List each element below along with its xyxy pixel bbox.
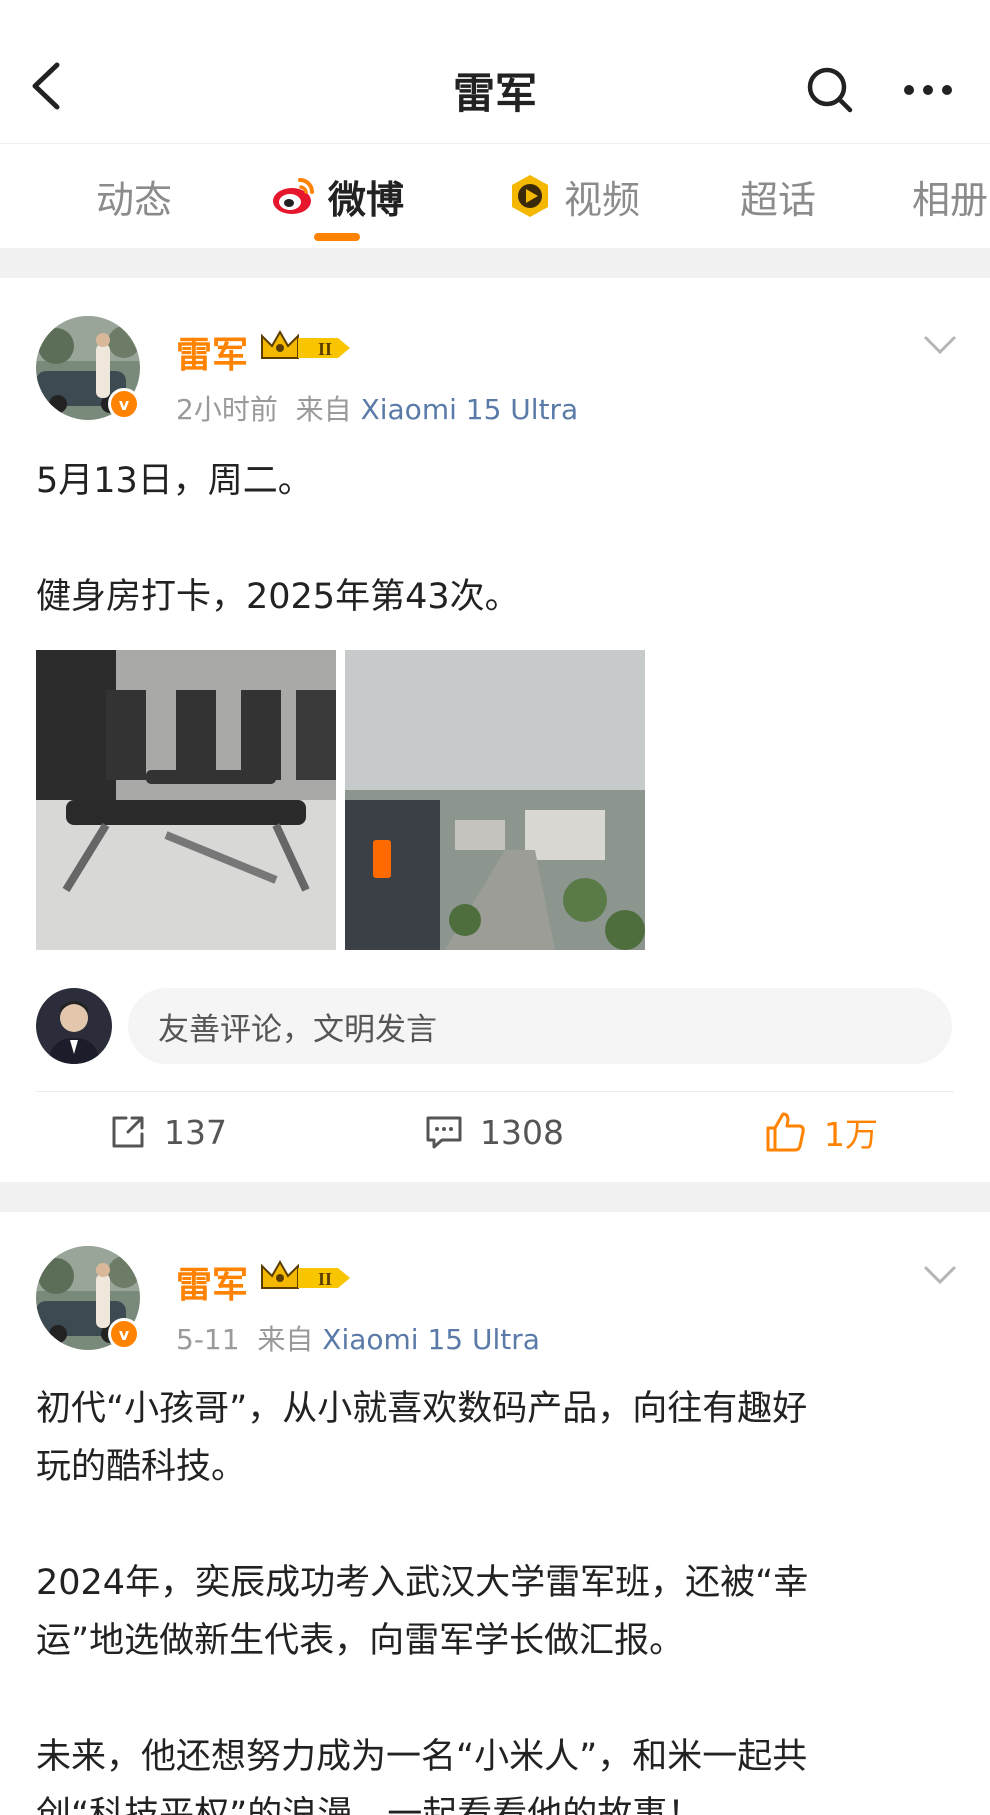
tab-weibo[interactable]: 微博 bbox=[270, 171, 405, 222]
post-image-city[interactable] bbox=[345, 650, 645, 950]
post-text-line: 健身房打卡，2025年第43次。 bbox=[36, 577, 520, 617]
post-image-gym[interactable] bbox=[36, 650, 336, 950]
repost-count: 137 bbox=[164, 1112, 227, 1152]
post-time: 2小时前 bbox=[176, 393, 278, 426]
search-icon bbox=[807, 67, 853, 113]
active-tab-indicator bbox=[314, 233, 360, 241]
weibo-post: v 雷军 II 2小时前 来自 Xiaomi 15 Ultra 5月13日，周二… bbox=[0, 278, 990, 1182]
section-divider bbox=[0, 1182, 990, 1212]
author-name[interactable]: 雷军 bbox=[176, 326, 248, 378]
like-button[interactable]: 1万 bbox=[764, 1106, 878, 1158]
post-meta: 2小时前 来自 Xiaomi 15 Ultra bbox=[176, 388, 578, 428]
post-time: 5-11 bbox=[176, 1323, 240, 1356]
gym-equipment-photo bbox=[36, 650, 336, 950]
post-text-line: 未来，他还想努力成为一名“小米人”，和米一起共 bbox=[36, 1737, 808, 1777]
post-meta: 5-11 来自 Xiaomi 15 Ultra bbox=[176, 1318, 540, 1358]
tab-label: 相册 bbox=[912, 177, 989, 222]
comment-icon bbox=[426, 1116, 462, 1149]
post-text-line: 创“科技平权”的浪漫，一起看看他的故事！ bbox=[36, 1795, 703, 1815]
verified-badge: v bbox=[108, 388, 140, 420]
post-text-line: 运”地选做新生代表，向雷军学长做汇报。 bbox=[36, 1621, 685, 1661]
author-name[interactable]: 雷军 bbox=[176, 1256, 248, 1308]
level-badge-text: II bbox=[318, 1269, 332, 1289]
repost-button[interactable]: 137 bbox=[108, 1106, 227, 1158]
more-icon bbox=[904, 85, 952, 95]
thumbs-up-icon bbox=[766, 1112, 805, 1152]
top-nav-bar: 雷军 bbox=[0, 0, 990, 144]
user-avatar-image bbox=[36, 988, 112, 1064]
post-source[interactable]: Xiaomi 15 Ultra bbox=[361, 393, 579, 426]
tab-label: 微博 bbox=[328, 177, 405, 222]
source-prefix: 来自 bbox=[295, 393, 352, 426]
action-divider bbox=[36, 1091, 954, 1092]
tab-label: 动态 bbox=[96, 177, 173, 222]
tab-label: 视频 bbox=[564, 177, 641, 222]
tab-dongtai[interactable]: 动态 bbox=[96, 171, 173, 222]
post-text-line: 玩的酷科技。 bbox=[36, 1447, 247, 1487]
weibo-post: v 雷军 II 5-11 来自 Xiaomi 15 Ultra 初代“小孩哥”，… bbox=[0, 1212, 990, 1815]
post-text-line: 5月13日，周二。 bbox=[36, 461, 313, 501]
more-button[interactable] bbox=[900, 70, 956, 110]
post-text-line: 初代“小孩哥”，从小就喜欢数码产品，向往有趣好 bbox=[36, 1389, 808, 1429]
level-badge-text: II bbox=[318, 339, 332, 359]
xiaomi-building-city-photo bbox=[345, 650, 645, 950]
tab-label: 超话 bbox=[740, 177, 817, 222]
tab-album[interactable]: 相册 bbox=[912, 171, 989, 222]
my-avatar[interactable] bbox=[36, 988, 112, 1064]
comment-input[interactable]: 友善评论，文明发言 bbox=[128, 988, 952, 1064]
chevron-down-icon[interactable] bbox=[920, 1260, 960, 1290]
repost-icon bbox=[112, 1116, 144, 1148]
section-divider bbox=[0, 248, 990, 278]
comment-count: 1308 bbox=[480, 1112, 564, 1152]
video-play-icon bbox=[512, 175, 548, 217]
verified-badge: v bbox=[108, 1318, 140, 1350]
post-source[interactable]: Xiaomi 15 Ultra bbox=[322, 1323, 540, 1356]
weibo-icon bbox=[273, 178, 314, 214]
like-count: 1万 bbox=[824, 1115, 878, 1154]
profile-tab-bar: 动态 微博 视频 超话 相册 bbox=[0, 145, 990, 248]
post-text-line: 2024年，奕辰成功考入武汉大学雷军班，还被“幸 bbox=[36, 1563, 809, 1603]
search-button[interactable] bbox=[802, 62, 858, 118]
comment-button[interactable]: 1308 bbox=[424, 1106, 564, 1158]
member-crown-icon: II bbox=[261, 1259, 350, 1289]
chevron-down-icon[interactable] bbox=[920, 330, 960, 360]
tab-video[interactable]: 视频 bbox=[506, 171, 641, 222]
tab-chaohua[interactable]: 超话 bbox=[740, 171, 817, 222]
source-prefix: 来自 bbox=[257, 1323, 314, 1356]
member-crown-icon: II bbox=[261, 329, 350, 359]
